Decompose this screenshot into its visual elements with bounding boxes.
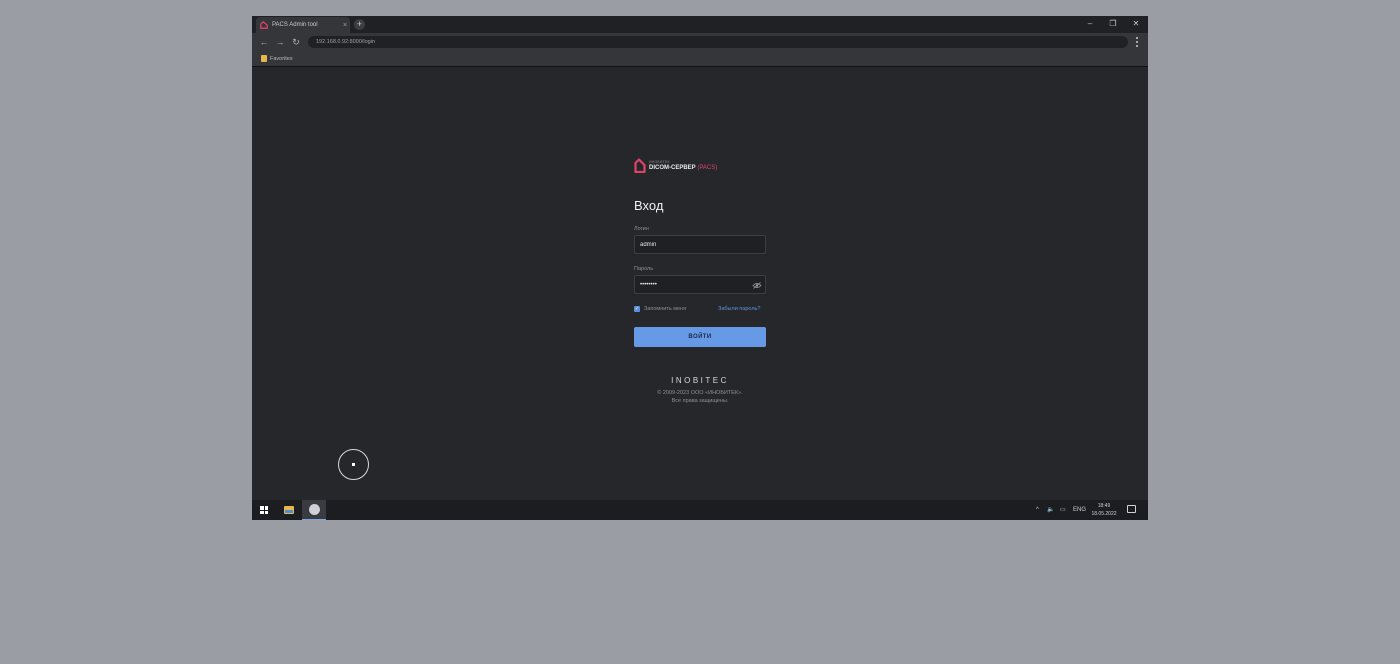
tab-close-icon[interactable]: × — [340, 22, 350, 29]
file-explorer-icon — [284, 506, 294, 514]
system-clock[interactable]: 18:49 18.05.2022 — [1090, 502, 1118, 518]
logo-text: ИНОБИТЕК DICOM-СЕРВЕР (PACS) — [649, 160, 717, 172]
forgot-password-link[interactable]: Забыли пароль? — [718, 306, 760, 312]
back-icon[interactable]: ← — [258, 36, 270, 48]
taskbar-chrome[interactable] — [302, 500, 326, 520]
click-indicator — [338, 449, 369, 480]
network-icon[interactable]: ▭ — [1060, 505, 1066, 515]
product-logo: ИНОБИТЕК DICOM-СЕРВЕР (PACS) — [634, 158, 717, 173]
login-label: Логин — [634, 226, 649, 232]
logo-pacs: (PACS) — [697, 164, 718, 171]
login-input[interactable] — [634, 235, 766, 254]
browser-window: PACS Admin tool × + – ❐ ✕ ← → ↻ 192.168.… — [252, 16, 1148, 520]
remember-me[interactable]: ✓ Запомнить меня — [634, 306, 686, 312]
login-page: ИНОБИТЕК DICOM-СЕРВЕР (PACS) Вход Логин … — [252, 68, 1148, 500]
bookmarks-bar: Favorites — [252, 51, 1148, 67]
windows-start-icon[interactable] — [260, 506, 268, 514]
inobitec-favicon-icon — [260, 21, 268, 29]
volume-icon[interactable]: 🔈 — [1047, 505, 1054, 515]
browser-menu-icon[interactable] — [1134, 36, 1140, 48]
page-title: Вход — [634, 198, 664, 213]
close-window-button[interactable]: ✕ — [1130, 19, 1142, 29]
cursor-dot — [352, 463, 355, 466]
login-button[interactable]: ВОЙТИ — [634, 327, 766, 347]
clock-date: 18.05.2022 — [1091, 511, 1117, 517]
logo-product-name: DICOM-СЕРВЕР — [649, 164, 696, 171]
bookmark-folder-icon — [261, 55, 267, 62]
browser-toolbar: ← → ↻ 192.168.0.92:8000/login — [252, 33, 1148, 51]
footer-copyright: © 2009-2023 ООО «ИНОБИТЕК». — [657, 390, 743, 396]
language-indicator[interactable]: ENG — [1073, 505, 1086, 515]
remember-me-checkbox[interactable]: ✓ — [634, 306, 640, 312]
reload-icon[interactable]: ↻ — [290, 36, 302, 48]
password-label: Пароль — [634, 266, 654, 272]
notifications-icon[interactable] — [1127, 505, 1136, 513]
new-tab-button[interactable]: + — [354, 19, 365, 30]
minimize-button[interactable]: – — [1084, 19, 1096, 29]
forward-icon[interactable]: → — [274, 36, 286, 48]
tab-pacs-admin[interactable]: PACS Admin tool × — [256, 17, 350, 33]
tab-title: PACS Admin tool — [272, 22, 318, 28]
logo-product: DICOM-СЕРВЕР (PACS) — [649, 164, 717, 172]
footer-rights: Все права защищены. — [671, 398, 729, 404]
restore-button[interactable]: ❐ — [1107, 19, 1119, 29]
chrome-icon — [308, 504, 320, 515]
inobitec-logo-icon — [634, 158, 646, 173]
remember-me-label: Запомнить меня — [644, 306, 687, 312]
address-bar[interactable]: 192.168.0.92:8000/login — [308, 36, 1128, 48]
clock-time: 18:49 — [1097, 503, 1111, 509]
taskbar-file-explorer[interactable] — [277, 500, 301, 520]
eye-off-icon[interactable] — [752, 282, 762, 289]
tray-overflow-icon[interactable]: ^ — [1036, 505, 1039, 515]
footer-brand: INOBITEC — [671, 376, 729, 385]
bookmark-favorites[interactable]: Favorites — [261, 55, 293, 62]
password-input[interactable] — [634, 275, 766, 294]
bookmark-label: Favorites — [270, 55, 293, 62]
tab-bar: PACS Admin tool × + – ❐ ✕ — [252, 16, 1148, 33]
taskbar: ^ 🔈 ▭ ENG 18:49 18.05.2022 — [252, 500, 1148, 520]
